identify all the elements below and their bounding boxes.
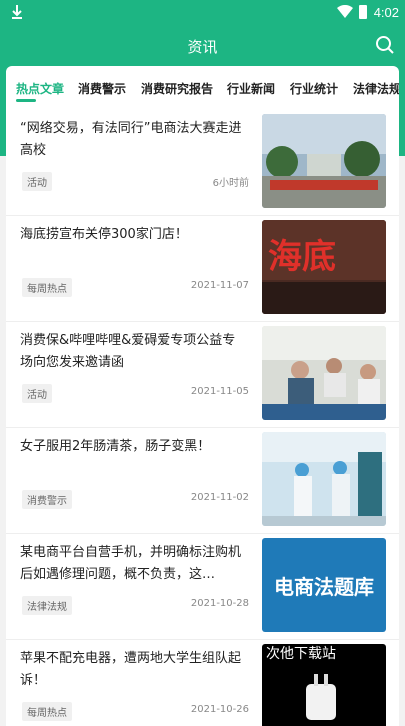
active-tab-indicator — [16, 99, 36, 102]
article-title: “网络交易，有法同行”电商法大赛走进高校 — [20, 121, 242, 158]
page-title: 资讯 — [187, 38, 218, 56]
article-thumbnail — [262, 326, 386, 420]
article-tag: 每周热点 — [22, 702, 72, 721]
article-thumbnail: 海底 — [262, 220, 386, 314]
article-time: 2021-10-28 — [190, 598, 249, 609]
thumbnail-text: 电商法题库 — [274, 575, 374, 599]
article-title: 海底捞宣布关停300家门店！ — [20, 227, 188, 242]
article-time: 2021-10-26 — [190, 704, 249, 715]
article-thumbnail — [262, 432, 386, 526]
tab-industry-news[interactable]: 行业新闻 — [227, 80, 275, 97]
article-time: 6小时前 — [212, 178, 249, 189]
tab-hot-articles[interactable]: 热点文章 — [16, 80, 64, 97]
article-thumbnail: 次他下载站 — [262, 644, 386, 726]
watermark-text: 次他下载站 — [266, 646, 336, 662]
app-header: 资讯 — [0, 26, 405, 66]
status-bar: 4:02 — [0, 0, 405, 26]
status-time: 4:02 — [373, 5, 399, 20]
article-title: 苹果不配充电器，遭两地大学生组队起诉！ — [20, 651, 242, 688]
tab-consumer-warning[interactable]: 消费警示 — [78, 80, 126, 97]
article-thumbnail — [262, 114, 386, 208]
article-time: 2021-11-07 — [190, 280, 249, 291]
article-tag: 活动 — [22, 384, 52, 403]
article-time: 2021-11-05 — [190, 386, 249, 397]
category-tabs: 热点文章 消费警示 消费研究报告 行业新闻 行业统计 法律法规 — [6, 66, 399, 110]
list-item[interactable]: 海底捞宣布关停300家门店！ 每周热点 2021-11-07 海底 — [6, 216, 399, 322]
list-item[interactable]: 某电商平台自营手机，并明确标注购机后如遇修理问题，概不负责，这… 法律法规 20… — [6, 534, 399, 640]
battery-icon — [359, 5, 367, 19]
list-item[interactable]: “网络交易，有法同行”电商法大赛走进高校 活动 6小时前 — [6, 110, 399, 216]
article-title: 某电商平台自营手机，并明确标注购机后如遇修理问题，概不负责，这… — [20, 545, 242, 582]
search-icon[interactable] — [375, 35, 395, 55]
article-tag: 法律法规 — [22, 596, 72, 615]
article-tag: 每周热点 — [22, 278, 72, 297]
thumbnail-text: 海底 — [268, 237, 336, 277]
tab-industry-stats[interactable]: 行业统计 — [290, 80, 338, 97]
wifi-icon — [337, 5, 353, 18]
content-card: 热点文章 消费警示 消费研究报告 行业新闻 行业统计 法律法规 “网络交易，有法… — [6, 66, 399, 726]
download-icon — [12, 5, 22, 19]
tab-laws[interactable]: 法律法规 — [353, 80, 399, 97]
tab-consumer-research[interactable]: 消费研究报告 — [141, 80, 213, 97]
article-tag: 活动 — [22, 172, 52, 191]
article-title: 女子服用2年肠清茶，肠子变黑！ — [20, 439, 211, 454]
list-item[interactable]: 苹果不配充电器，遭两地大学生组队起诉！ 每周热点 2021-10-26 次他下载… — [6, 640, 399, 726]
list-item[interactable]: 女子服用2年肠清茶，肠子变黑！ 消费警示 2021-11-02 — [6, 428, 399, 534]
article-title: 消费保&哔哩哔哩&爱碍爱专项公益专场向您发来邀请函 — [20, 333, 236, 370]
article-tag: 消费警示 — [22, 490, 72, 509]
list-item[interactable]: 消费保&哔哩哔哩&爱碍爱专项公益专场向您发来邀请函 活动 2021-11-05 — [6, 322, 399, 428]
article-thumbnail: 电商法题库 — [262, 538, 386, 632]
article-time: 2021-11-02 — [190, 492, 249, 503]
